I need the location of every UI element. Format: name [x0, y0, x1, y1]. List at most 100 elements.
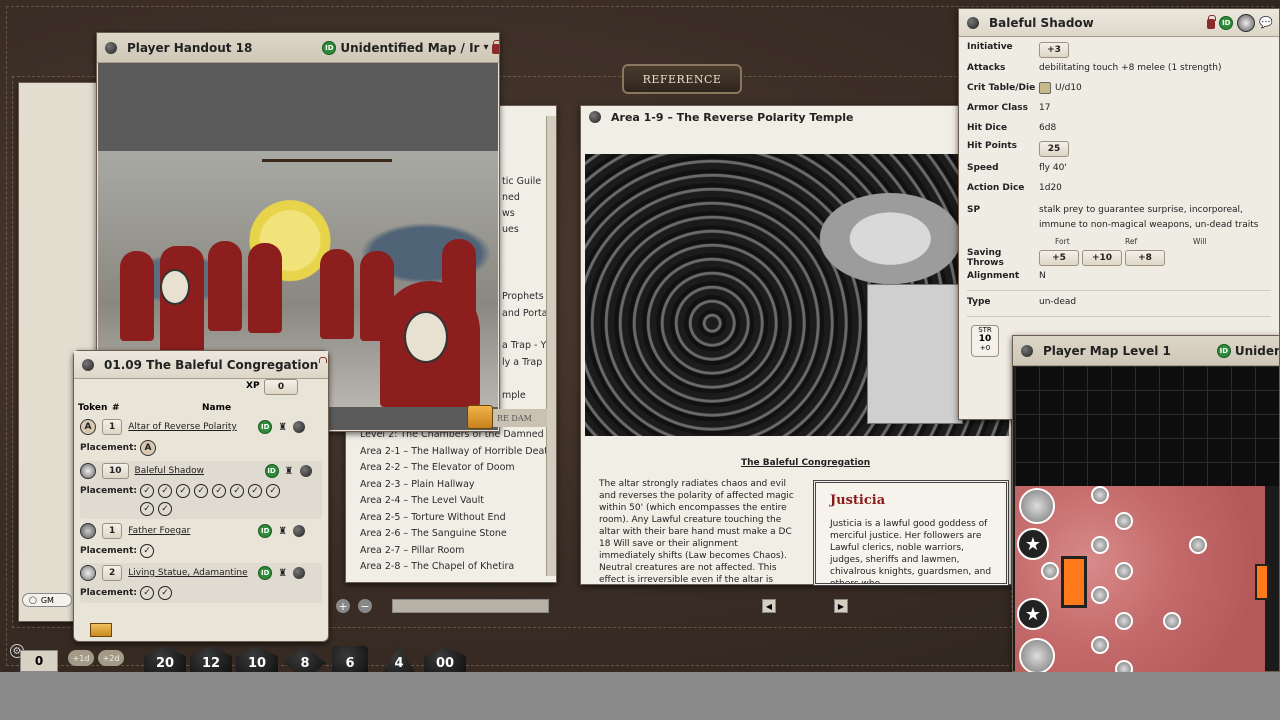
ac-value[interactable]: 17 — [1039, 103, 1271, 113]
map-token[interactable] — [1115, 562, 1133, 580]
chat-identity[interactable]: ◯ GM — [22, 593, 72, 607]
placement-check-icon[interactable]: ✓ — [230, 484, 244, 498]
envelope-icon[interactable] — [90, 623, 112, 637]
index-item[interactable]: Area 2-2 – The Elevator of Doom — [360, 462, 515, 473]
reference-label[interactable]: REFERENCE — [622, 64, 742, 94]
placement-token[interactable]: A — [140, 440, 156, 456]
attacks-value[interactable]: debilitating touch +8 melee (1 strength) — [1039, 63, 1271, 73]
token-name[interactable]: Baleful Shadow — [135, 466, 259, 476]
search-input[interactable] — [392, 599, 549, 613]
token-image[interactable]: A — [80, 419, 96, 435]
add-icon[interactable]: + — [336, 599, 350, 613]
token-image[interactable] — [80, 463, 96, 479]
faction-icon[interactable]: ♜ — [278, 568, 287, 579]
index-item[interactable]: Area 2-3 – Plain Hallway — [360, 479, 475, 490]
window-menu-icon[interactable] — [967, 16, 979, 29]
index-item[interactable]: Area 2-6 – The Sanguine Stone — [360, 528, 507, 539]
add-2d-button[interactable]: +2d — [98, 650, 124, 666]
placement-check-icon[interactable]: ✓ — [248, 484, 262, 498]
index-partial-item[interactable]: and Porta — [502, 308, 548, 319]
map-token[interactable] — [1115, 612, 1133, 630]
index-partial-item[interactable]: mple — [502, 390, 526, 401]
index-item[interactable]: Area 2-5 – Torture Without End — [360, 512, 506, 523]
id-icon[interactable]: ID — [1216, 343, 1231, 358]
token-name[interactable]: Living Statue, Adamantine — [128, 568, 252, 578]
star-token-icon[interactable]: ★ — [1017, 528, 1049, 560]
index-item[interactable]: Area 2-7 – Pillar Room — [360, 545, 464, 556]
token-name[interactable]: Father Foegar — [128, 526, 252, 536]
map-token[interactable] — [1041, 562, 1059, 580]
map-token[interactable] — [1115, 660, 1133, 672]
remove-icon[interactable]: − — [358, 599, 372, 613]
chat-icon[interactable]: 💬 — [1259, 16, 1273, 29]
index-partial-item[interactable]: tic Guile — [502, 176, 541, 187]
faction-icon[interactable]: ♜ — [285, 466, 294, 477]
id-icon[interactable]: ID — [258, 566, 273, 580]
ref-save[interactable]: +10 — [1082, 250, 1122, 266]
share-icon[interactable]: ▾ — [483, 42, 488, 53]
index-item[interactable]: Area 2-4 – The Level Vault — [360, 495, 484, 506]
lock-icon[interactable] — [1207, 15, 1217, 29]
placement-check-icon[interactable]: ✓ — [212, 484, 226, 498]
speed-value[interactable]: fly 40' — [1039, 163, 1271, 173]
fort-save[interactable]: +5 — [1039, 250, 1079, 266]
window-menu-icon[interactable] — [105, 41, 117, 54]
token-count[interactable]: 1 — [102, 419, 123, 435]
window-menu-icon[interactable] — [82, 358, 94, 371]
str-box[interactable]: STR 10 +0 — [971, 325, 999, 357]
token-image[interactable] — [1237, 13, 1256, 32]
window-menu-icon[interactable] — [1021, 344, 1033, 357]
map-token[interactable] — [1091, 636, 1109, 654]
xp-value[interactable]: 0 — [264, 379, 298, 395]
crit-value[interactable]: U/d10 — [1055, 83, 1271, 93]
map-token[interactable] — [1019, 638, 1055, 672]
delete-icon[interactable] — [299, 465, 312, 477]
token-count[interactable]: 1 — [102, 523, 123, 539]
placement-check-icon[interactable]: ✓ — [158, 586, 172, 600]
modifier-box[interactable]: 0 — [20, 650, 58, 672]
placement-check-icon[interactable]: ✓ — [140, 502, 154, 516]
map-token[interactable] — [1091, 586, 1109, 604]
initiative-value[interactable]: +3 — [1039, 42, 1069, 58]
id-icon[interactable]: ID — [1219, 15, 1234, 30]
delete-icon[interactable] — [293, 567, 306, 579]
index-scrollbar[interactable] — [546, 116, 556, 576]
placement-check-icon[interactable]: ✓ — [176, 484, 190, 498]
link-icon[interactable] — [467, 405, 493, 429]
placement-check-icon[interactable]: ✓ — [140, 544, 154, 558]
prev-page-icon[interactable]: ◀ — [762, 599, 776, 613]
delete-icon[interactable] — [293, 525, 306, 537]
lock-icon[interactable] — [492, 40, 499, 54]
placement-check-icon[interactable]: ✓ — [158, 484, 172, 498]
crit-table-icon[interactable] — [1039, 82, 1051, 94]
hd-value[interactable]: 6d8 — [1039, 123, 1271, 133]
map-token[interactable] — [1091, 536, 1109, 554]
index-partial-item[interactable]: ws — [502, 208, 515, 219]
star-token-icon[interactable]: ★ — [1017, 598, 1049, 630]
index-item[interactable]: Area 2-8 – The Chapel of Khetira — [360, 561, 514, 572]
token-image[interactable] — [80, 523, 96, 539]
sp-value[interactable]: stalk prey to guarantee surprise, incorp… — [1039, 203, 1271, 233]
index-partial-item[interactable]: ues — [502, 224, 519, 235]
map-token[interactable] — [1189, 536, 1207, 554]
placement-check-icon[interactable]: ✓ — [194, 484, 208, 498]
faction-icon[interactable]: ♜ — [278, 422, 287, 433]
window-menu-icon[interactable] — [589, 111, 601, 123]
placement-check-icon[interactable]: ✓ — [266, 484, 280, 498]
map-token[interactable] — [1019, 488, 1055, 524]
id-icon[interactable]: ID — [322, 40, 337, 55]
hp-value[interactable]: 25 — [1039, 141, 1069, 157]
index-partial-item[interactable]: a Trap - Y — [502, 340, 546, 351]
id-icon[interactable]: ID — [264, 464, 279, 478]
next-page-icon[interactable]: ▶ — [834, 599, 848, 613]
index-partial-item[interactable]: ned — [502, 192, 520, 203]
will-save[interactable]: +8 — [1125, 250, 1165, 266]
map-token[interactable] — [1163, 612, 1181, 630]
map-token[interactable] — [1091, 486, 1109, 504]
placement-check-icon[interactable]: ✓ — [158, 502, 172, 516]
token-name[interactable]: Altar of Reverse Polarity — [128, 422, 252, 432]
token-image[interactable] — [80, 565, 96, 581]
index-item[interactable]: Area 2-1 – The Hallway of Horrible Death — [360, 446, 554, 457]
faction-icon[interactable]: ♜ — [278, 526, 287, 537]
id-icon[interactable]: ID — [258, 420, 273, 434]
